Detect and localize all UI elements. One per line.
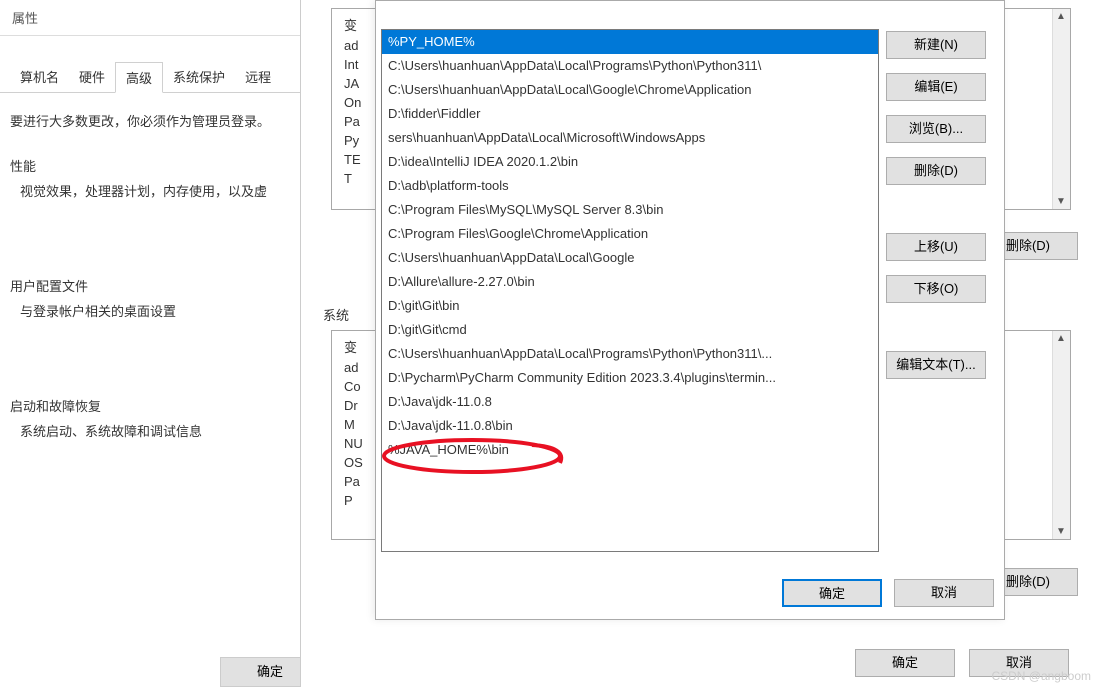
startup-desc: 系统启动、系统故障和调试信息: [10, 421, 313, 440]
edit-ok-button[interactable]: 确定: [782, 579, 882, 607]
path-entry[interactable]: %JAVA_HOME%\bin: [382, 438, 878, 462]
properties-tabs: 算机名 硬件 高级 系统保护 远程: [0, 62, 323, 93]
path-entry[interactable]: C:\Program Files\Google\Chrome\Applicati…: [382, 222, 878, 246]
path-entry[interactable]: C:\Program Files\MySQL\MySQL Server 8.3\…: [382, 198, 878, 222]
system-variables-label: 系统: [323, 305, 349, 324]
admin-note: 要进行大多数更改，你必须作为管理员登录。: [0, 93, 323, 148]
tab-system-protection[interactable]: 系统保护: [163, 62, 235, 92]
tab-computer-name[interactable]: 算机名: [10, 62, 69, 92]
path-entry[interactable]: C:\Users\huanhuan\AppData\Local\Google\C…: [382, 78, 878, 102]
path-entry[interactable]: D:\Allure\allure-2.27.0\bin: [382, 270, 878, 294]
path-entry[interactable]: D:\git\Git\bin: [382, 294, 878, 318]
move-up-button[interactable]: 上移(U): [886, 233, 986, 261]
path-entry[interactable]: D:\git\Git\cmd: [382, 318, 878, 342]
edit-button[interactable]: 编辑(E): [886, 73, 986, 101]
move-down-button[interactable]: 下移(O): [886, 275, 986, 303]
watermark: CSDN @angboom: [991, 669, 1091, 683]
browse-button[interactable]: 浏览(B)...: [886, 115, 986, 143]
path-entry[interactable]: sers\huanhuan\AppData\Local\Microsoft\Wi…: [382, 126, 878, 150]
system-properties-dialog: 属性 算机名 硬件 高级 系统保护 远程 要进行大多数更改，你必须作为管理员登录…: [0, 0, 323, 687]
dialog-title: 属性: [0, 0, 323, 36]
path-entry[interactable]: D:\fidder\Fiddler: [382, 102, 878, 126]
new-button[interactable]: 新建(N): [886, 31, 986, 59]
performance-title: 性能: [10, 156, 313, 175]
edit-cancel-button[interactable]: 取消: [894, 579, 994, 607]
startup-title: 启动和故障恢复: [10, 396, 313, 415]
path-entry[interactable]: D:\idea\IntelliJ IDEA 2020.1.2\bin: [382, 150, 878, 174]
delete-button[interactable]: 删除(D): [886, 157, 986, 185]
edit-path-dialog: %PY_HOME% C:\Users\huanhuan\AppData\Loca…: [375, 0, 1005, 620]
path-entry[interactable]: C:\Users\huanhuan\AppData\Local\Programs…: [382, 54, 878, 78]
user-profile-title: 用户配置文件: [10, 276, 313, 295]
tab-advanced[interactable]: 高级: [115, 62, 163, 93]
startup-section: 启动和故障恢复 系统启动、系统故障和调试信息: [10, 396, 313, 440]
env-ok-button[interactable]: 确定: [855, 649, 955, 677]
edit-text-button[interactable]: 编辑文本(T)...: [886, 351, 986, 379]
path-entry[interactable]: D:\Pycharm\PyCharm Community Edition 202…: [382, 366, 878, 390]
path-entry[interactable]: D:\Java\jdk-11.0.8: [382, 390, 878, 414]
user-profile-desc: 与登录帐户相关的桌面设置: [10, 301, 313, 320]
path-entry[interactable]: C:\Users\huanhuan\AppData\Local\Programs…: [382, 342, 878, 366]
tab-hardware[interactable]: 硬件: [69, 62, 115, 92]
path-entry[interactable]: D:\adb\platform-tools: [382, 174, 878, 198]
performance-desc: 视觉效果，处理器计划，内存使用，以及虚: [10, 181, 313, 200]
path-entry[interactable]: D:\Java\jdk-11.0.8\bin: [382, 414, 878, 438]
path-entry[interactable]: C:\Users\huanhuan\AppData\Local\Google: [382, 246, 878, 270]
performance-section: 性能 视觉效果，处理器计划，内存使用，以及虚: [10, 156, 313, 200]
path-entries-list[interactable]: %PY_HOME% C:\Users\huanhuan\AppData\Loca…: [381, 29, 879, 552]
scrollbar[interactable]: [1052, 331, 1070, 539]
scrollbar[interactable]: [1052, 9, 1070, 209]
tab-remote[interactable]: 远程: [235, 62, 281, 92]
user-profile-section: 用户配置文件 与登录帐户相关的桌面设置: [10, 276, 313, 320]
edit-buttons-column: 新建(N) 编辑(E) 浏览(B)... 删除(D) 上移(U) 下移(O) 编…: [886, 31, 994, 379]
path-entry[interactable]: %PY_HOME%: [382, 30, 878, 54]
